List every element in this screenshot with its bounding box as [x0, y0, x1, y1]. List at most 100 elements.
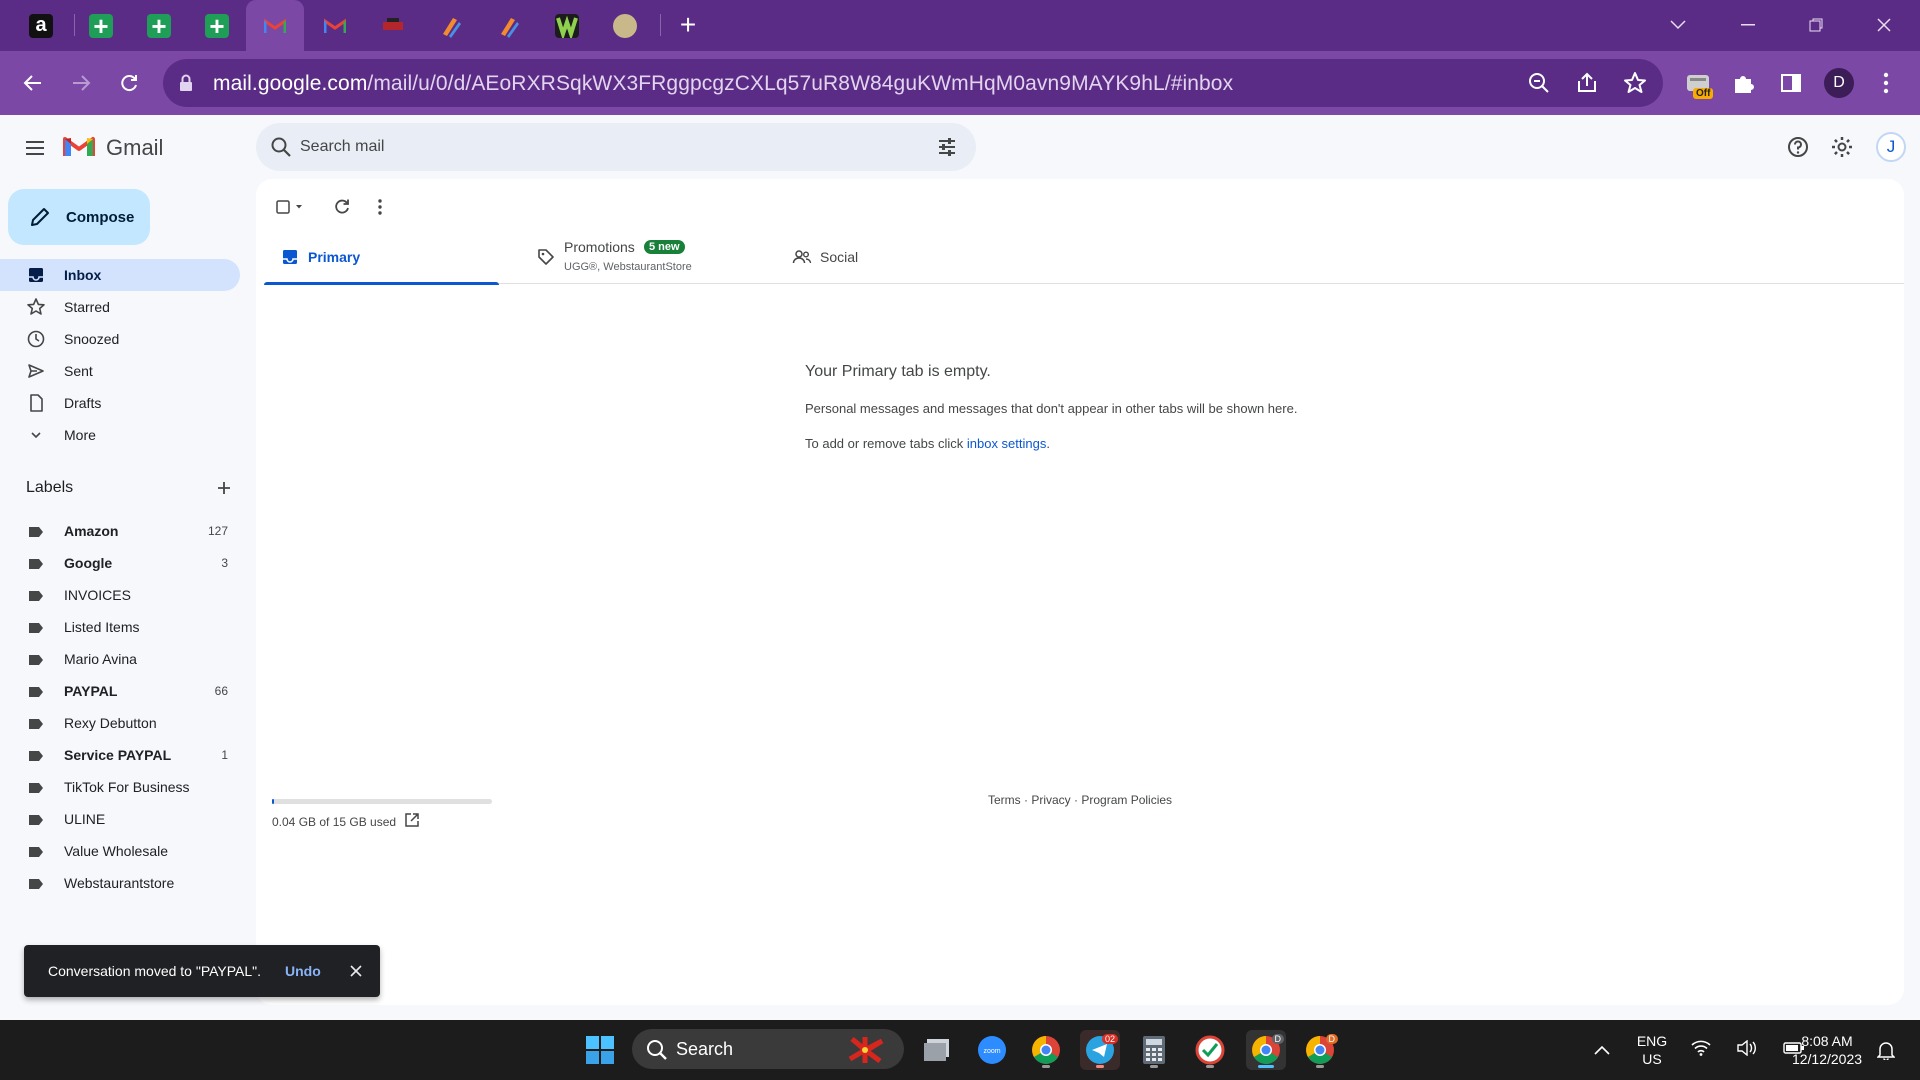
address-bar[interactable]: mail.google.com/mail/u/0/d/AEoRXRSqkWX3F…: [163, 59, 1663, 107]
bookmark-star-icon[interactable]: [1623, 71, 1647, 95]
chrome-icon[interactable]: [1026, 1030, 1066, 1070]
sidebar-item-snoozed[interactable]: Snoozed: [0, 323, 240, 355]
terms-link[interactable]: Terms: [988, 793, 1021, 807]
privacy-link[interactable]: Privacy: [1031, 793, 1070, 807]
label-item[interactable]: Rexy Debutton: [0, 707, 240, 739]
add-label-icon[interactable]: [212, 476, 236, 500]
label-item[interactable]: Listed Items: [0, 611, 240, 643]
label-tag-icon: [28, 589, 44, 601]
sidebar-item-starred[interactable]: Starred: [0, 291, 240, 323]
tab-promotions-senders: UGG®, WebstaurantStore: [564, 261, 692, 273]
label-item[interactable]: ULINE: [0, 803, 240, 835]
gmail-logo-icon[interactable]: [63, 134, 95, 163]
reload-icon[interactable]: [111, 65, 147, 101]
label-item[interactable]: PAYPAL 66: [0, 675, 240, 707]
clock-time: 8:08 AM: [1801, 1033, 1853, 1049]
inbox-settings-link[interactable]: inbox settings: [967, 436, 1047, 451]
tab-promotions[interactable]: Promotions 5 new UGG®, WebstaurantStore: [520, 230, 755, 284]
windows-taskbar: Search zoom 02 D D ENG US 8:08 AM 12/12/…: [0, 1020, 1920, 1080]
chrome-profile-badge: D: [1271, 1034, 1284, 1044]
main-panel: Primary Promotions 5 new UGG®, Webstaura…: [256, 179, 1904, 1005]
search-bar[interactable]: [256, 123, 976, 171]
back-arrow-icon[interactable]: [15, 65, 51, 101]
zoom-icon[interactable]: [1527, 71, 1551, 95]
refresh-icon[interactable]: [326, 191, 358, 223]
search-icon[interactable]: [270, 136, 292, 163]
forward-arrow-icon[interactable]: [63, 65, 99, 101]
search-input[interactable]: [300, 135, 900, 159]
sidebar-item-more[interactable]: More: [0, 419, 240, 451]
restore-icon[interactable]: [1794, 8, 1838, 42]
label-tag-icon: [28, 685, 44, 697]
search-options-icon[interactable]: [936, 136, 958, 163]
browser-tab-pencil-1[interactable]: [422, 0, 480, 51]
send-icon: [26, 361, 46, 381]
more-actions-icon[interactable]: [364, 191, 396, 223]
chrome-profile-badge: D: [1325, 1034, 1338, 1044]
browser-tab-gmail-active[interactable]: [246, 0, 304, 51]
url-text[interactable]: mail.google.com/mail/u/0/d/AEoRXRSqkWX3F…: [213, 72, 1233, 96]
calculator-icon[interactable]: [1134, 1030, 1174, 1070]
share-icon[interactable]: [1575, 71, 1599, 95]
tab-primary[interactable]: Primary: [264, 230, 499, 285]
close-window-icon[interactable]: [1862, 8, 1906, 42]
label-item[interactable]: Mario Avina: [0, 643, 240, 675]
side-panel-icon[interactable]: [1773, 65, 1809, 101]
label-item[interactable]: Amazon 127: [0, 515, 240, 547]
browser-profile-avatar[interactable]: D: [1824, 68, 1854, 98]
browser-tab-sheets-1[interactable]: +: [72, 0, 130, 51]
zoom-icon[interactable]: zoom: [972, 1030, 1012, 1070]
open-in-new-icon[interactable]: [404, 812, 420, 828]
browser-tab-w-app[interactable]: [538, 0, 596, 51]
settings-gear-icon[interactable]: [1828, 133, 1856, 161]
label-item[interactable]: TikTok For Business: [0, 771, 240, 803]
minimize-icon[interactable]: [1726, 8, 1770, 42]
star-icon: [26, 297, 46, 317]
label-item[interactable]: Google 3: [0, 547, 240, 579]
windows-start-icon[interactable]: [580, 1030, 620, 1070]
new-tab-button[interactable]: +: [672, 10, 704, 42]
undo-button[interactable]: Undo: [285, 963, 321, 979]
gmail-wordmark: Gmail: [106, 135, 164, 160]
chrome-profile-icon[interactable]: D: [1246, 1030, 1286, 1070]
close-icon[interactable]: [346, 961, 366, 981]
browser-tab-gmail-2[interactable]: [306, 0, 364, 51]
main-menu-icon[interactable]: [20, 133, 50, 163]
program-policies-link[interactable]: Program Policies: [1081, 793, 1172, 807]
taskbar-search[interactable]: Search: [632, 1029, 904, 1069]
browser-tab-sheets-3[interactable]: +: [188, 0, 246, 51]
browser-tab-pencil-2[interactable]: [480, 0, 538, 51]
notification-bell-icon[interactable]: [1866, 1030, 1906, 1070]
lock-icon[interactable]: [179, 74, 193, 97]
label-tag-icon: [28, 525, 44, 537]
sidebar-item-sent[interactable]: Sent: [0, 355, 240, 387]
tab-search-icon[interactable]: [1656, 8, 1700, 42]
browser-tab-uline[interactable]: [596, 0, 654, 51]
chrome-profile-icon-2[interactable]: D: [1300, 1030, 1340, 1070]
label-item[interactable]: Webstaurantstore: [0, 867, 240, 899]
browser-tab-sheets-2[interactable]: +: [130, 0, 188, 51]
sidebar-item-inbox[interactable]: Inbox: [0, 259, 240, 291]
tab-social[interactable]: Social: [776, 230, 1011, 284]
select-all-checkbox[interactable]: [270, 191, 310, 223]
label-item[interactable]: Value Wholesale: [0, 835, 240, 867]
chevron-up-icon[interactable]: [1582, 1030, 1622, 1070]
language-indicator[interactable]: ENG US: [1632, 1032, 1672, 1068]
labels-heading: Labels: [26, 479, 74, 496]
telegram-icon[interactable]: 02: [1080, 1030, 1120, 1070]
label-item[interactable]: Service PAYPAL 1: [0, 739, 240, 771]
checkmark-app-icon[interactable]: [1190, 1030, 1230, 1070]
label-item[interactable]: INVOICES: [0, 579, 240, 611]
label-name: Mario Avina: [64, 651, 137, 667]
browser-menu-icon[interactable]: [1868, 65, 1904, 101]
tab-primary-label: Primary: [308, 249, 361, 265]
compose-button[interactable]: Compose: [8, 189, 150, 245]
browser-tab-amazon[interactable]: a: [12, 0, 70, 51]
clock[interactable]: 8:08 AM 12/12/2023: [1782, 1032, 1872, 1068]
extensions-puzzle-icon[interactable]: [1725, 65, 1761, 101]
file-explorer-icon[interactable]: [918, 1030, 958, 1070]
help-icon[interactable]: [1784, 133, 1812, 161]
account-avatar[interactable]: J: [1876, 132, 1906, 162]
sidebar-item-drafts[interactable]: Drafts: [0, 387, 240, 419]
browser-tab-app[interactable]: [364, 0, 422, 51]
